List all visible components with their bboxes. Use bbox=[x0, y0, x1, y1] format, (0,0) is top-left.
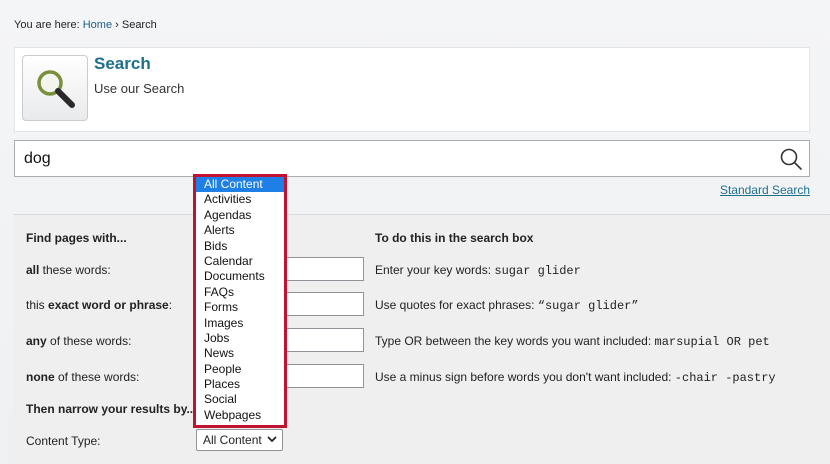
breadcrumb-home-link[interactable]: Home bbox=[83, 19, 112, 31]
breadcrumb: You are here: Home › Search bbox=[14, 19, 157, 31]
all-words-help-text: Enter your key words: bbox=[375, 263, 495, 277]
header-icon-tile bbox=[22, 55, 88, 121]
dropdown-option[interactable]: Agendas bbox=[196, 208, 284, 223]
none-words-help-code: -chair -pastry bbox=[674, 371, 776, 385]
search-input[interactable]: dog bbox=[14, 140, 810, 177]
magnifier-icon bbox=[37, 70, 75, 108]
search-input-value: dog bbox=[24, 150, 51, 167]
all-words-help: Enter your key words: sugar glider bbox=[375, 263, 581, 278]
dropdown-option[interactable]: Social bbox=[196, 392, 284, 407]
any-words-help-text: Type OR between the key words you want i… bbox=[375, 334, 655, 348]
page-title: Search bbox=[94, 54, 151, 73]
none-words-label: none of these words: bbox=[26, 370, 139, 384]
content-type-selected-value: All Content bbox=[203, 433, 262, 447]
any-words-help-code: marsupial OR pet bbox=[654, 335, 770, 349]
todo-heading: To do this in the search box bbox=[375, 231, 534, 245]
breadcrumb-prefix: You are here: bbox=[14, 19, 80, 31]
page-subtitle: Use our Search bbox=[94, 81, 185, 96]
any-words-help: Type OR between the key words you want i… bbox=[375, 334, 770, 349]
dropdown-option[interactable]: News bbox=[196, 346, 284, 361]
all-words-help-code: sugar glider bbox=[494, 264, 581, 278]
none-words-help: Use a minus sign before words you don't … bbox=[375, 370, 776, 385]
none-words-label-rest: of these words: bbox=[54, 370, 140, 384]
dropdown-option[interactable]: Forms bbox=[196, 300, 284, 315]
dropdown-option[interactable]: FAQs bbox=[196, 285, 284, 300]
dropdown-option[interactable]: Jobs bbox=[196, 331, 284, 346]
content-type-label: Content Type: bbox=[26, 434, 101, 448]
any-words-label-bold: any bbox=[26, 334, 47, 348]
exact-phrase-label-rest: : bbox=[168, 298, 173, 312]
content-type-select[interactable]: All Content bbox=[196, 429, 283, 451]
exact-phrase-help-text: Use quotes for exact phrases: bbox=[375, 298, 538, 312]
find-pages-heading: Find pages with... bbox=[26, 231, 127, 245]
advanced-search-panel: Find pages with... To do this in the sea… bbox=[14, 214, 830, 464]
dropdown-option[interactable]: Webpages bbox=[196, 408, 284, 423]
none-words-help-text: Use a minus sign before words you don't … bbox=[375, 370, 675, 384]
exact-phrase-label: this exact word or phrase: bbox=[26, 298, 172, 312]
dropdown-option[interactable]: Calendar bbox=[196, 254, 284, 269]
any-words-label-rest: of these words: bbox=[46, 334, 132, 348]
exact-phrase-help-code: “sugar glider” bbox=[537, 299, 639, 313]
any-words-label: any of these words: bbox=[26, 334, 131, 348]
breadcrumb-current: Search bbox=[121, 19, 157, 31]
chevron-down-icon bbox=[267, 436, 277, 443]
content-type-dropdown-list[interactable]: All Content Activities Agendas Alerts Bids Ca… bbox=[193, 174, 287, 428]
dropdown-option[interactable]: All Content bbox=[196, 177, 284, 193]
exact-phrase-label-bold: exact word or phrase bbox=[48, 298, 169, 312]
dropdown-option[interactable]: Documents bbox=[196, 269, 284, 284]
none-words-label-bold: none bbox=[26, 370, 55, 384]
page-header-card: Search Use our Search bbox=[14, 47, 810, 132]
standard-search-link[interactable]: Standard Search bbox=[720, 183, 810, 197]
exact-phrase-help: Use quotes for exact phrases: “sugar gli… bbox=[375, 298, 639, 313]
dropdown-option[interactable]: Images bbox=[196, 316, 284, 331]
search-icon bbox=[780, 148, 802, 170]
search-button[interactable] bbox=[779, 147, 803, 171]
dropdown-option[interactable]: Activities bbox=[196, 192, 284, 207]
narrow-results-heading: Then narrow your results by... bbox=[26, 402, 197, 416]
all-words-label: all these words: bbox=[26, 263, 111, 277]
all-words-label-rest: these words: bbox=[39, 263, 111, 277]
exact-phrase-label-pre: this bbox=[26, 298, 49, 312]
dropdown-option[interactable]: Bids bbox=[196, 239, 284, 254]
dropdown-option[interactable]: Alerts bbox=[196, 223, 284, 238]
dropdown-option[interactable]: Places bbox=[196, 377, 284, 392]
breadcrumb-separator: › bbox=[115, 19, 119, 31]
all-words-label-bold: all bbox=[26, 263, 40, 277]
dropdown-option[interactable]: People bbox=[196, 362, 284, 377]
